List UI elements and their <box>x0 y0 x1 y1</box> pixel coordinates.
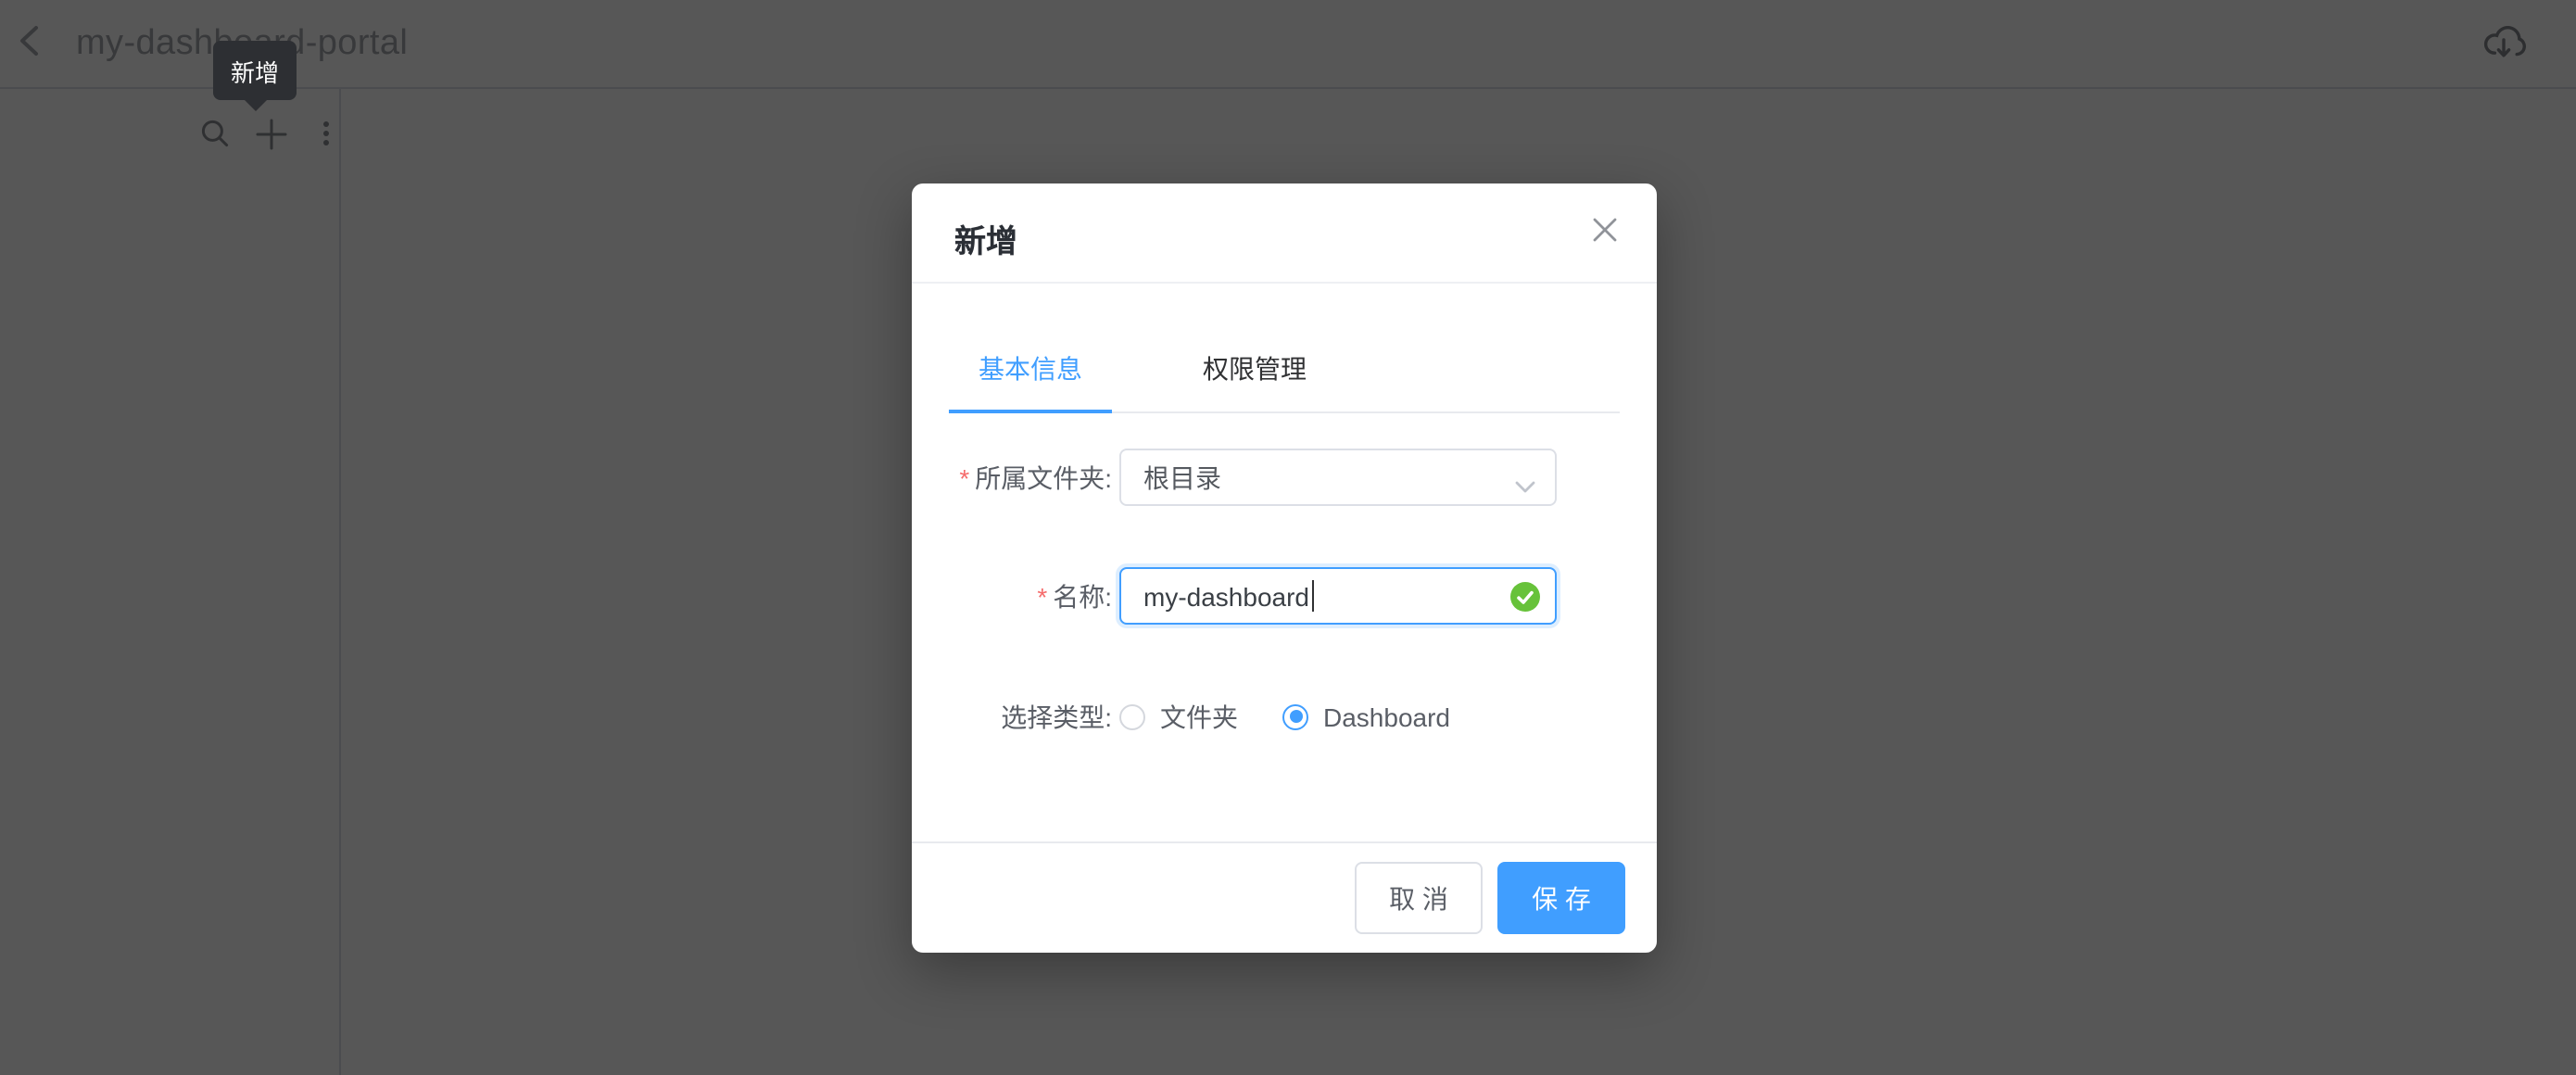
tab-permissions[interactable]: 权限管理 <box>1173 350 1336 411</box>
dialog-header: 新增 <box>912 183 1657 284</box>
radio-dashboard-label: Dashboard <box>1323 702 1450 731</box>
name-input[interactable]: my-dashboard <box>1119 567 1557 625</box>
tooltip-text: 新增 <box>231 53 279 88</box>
folder-select[interactable]: 根目录 <box>1119 449 1557 506</box>
create-dialog: 新增 基本信息 权限管理 *所属文件夹: 根目录 *名称: <box>912 183 1657 953</box>
dialog-tabs: 基本信息 权限管理 <box>949 350 1620 413</box>
form-row-type: 选择类型: 文件夹 Dashboard <box>912 688 1657 745</box>
type-label: 选择类型: <box>912 698 1112 735</box>
tab-basic-info[interactable]: 基本信息 <box>949 350 1112 413</box>
form-row-folder: *所属文件夹: 根目录 <box>912 449 1657 506</box>
required-mark: * <box>959 462 969 492</box>
radio-checked-icon <box>1282 703 1308 729</box>
name-input-value: my-dashboard <box>1143 581 1309 611</box>
radio-folder-label: 文件夹 <box>1160 698 1238 735</box>
close-button[interactable] <box>1590 219 1620 248</box>
valid-check-icon <box>1510 582 1540 612</box>
app-root: my-dashboard-portal <box>0 0 2576 1075</box>
add-tooltip: 新增 <box>213 41 297 100</box>
required-mark: * <box>1037 581 1047 611</box>
close-icon <box>1592 216 1618 251</box>
cancel-button[interactable]: 取 消 <box>1355 862 1483 934</box>
name-label: *名称: <box>912 577 1112 614</box>
folder-label: *所属文件夹: <box>912 459 1112 496</box>
text-caret <box>1311 580 1314 612</box>
radio-folder[interactable]: 文件夹 <box>1119 698 1238 735</box>
dialog-footer: 取 消 保 存 <box>912 841 1657 953</box>
form-row-name: *名称: my-dashboard <box>912 567 1657 625</box>
type-radio-group: 文件夹 Dashboard <box>1119 698 1450 735</box>
radio-unchecked-icon <box>1119 703 1145 729</box>
save-button[interactable]: 保 存 <box>1497 862 1625 934</box>
radio-dashboard[interactable]: Dashboard <box>1282 702 1450 731</box>
chevron-down-icon <box>1514 471 1536 504</box>
folder-select-value: 根目录 <box>1143 459 1221 496</box>
dialog-title: 新增 <box>954 215 1017 261</box>
